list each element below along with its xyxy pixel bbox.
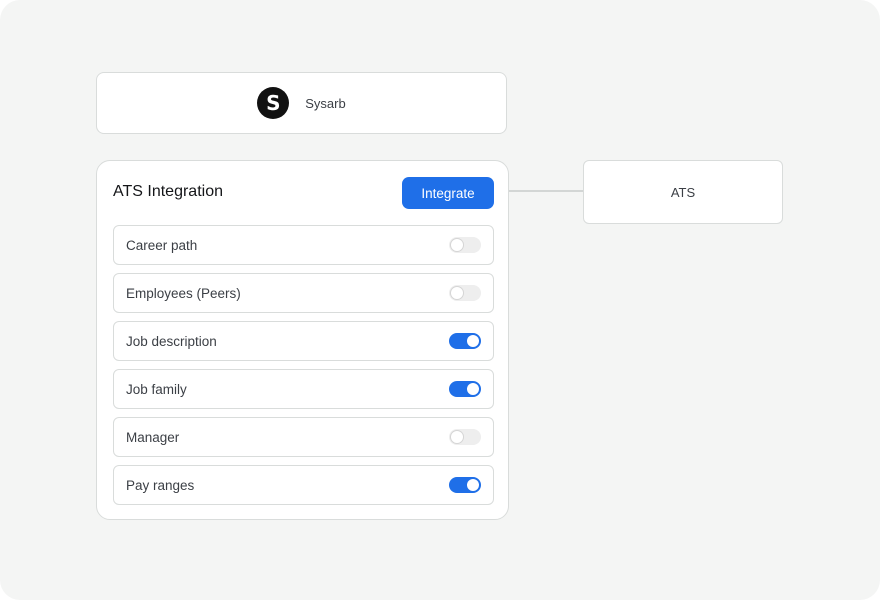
toggle-career-path[interactable] xyxy=(449,237,481,253)
toggle-manager[interactable] xyxy=(449,429,481,445)
field-label: Pay ranges xyxy=(126,477,195,493)
field-label: Career path xyxy=(126,237,198,253)
toggle-knob xyxy=(451,239,463,251)
field-row-job-family: Job family xyxy=(113,369,494,409)
toggle-pay-ranges[interactable] xyxy=(449,477,481,493)
field-label: Job family xyxy=(126,381,187,397)
canvas: S Sysarb ATS Integration Integrate Caree… xyxy=(0,0,880,600)
field-row-manager: Manager xyxy=(113,417,494,457)
field-label: Job description xyxy=(126,333,217,349)
toggle-job-family[interactable] xyxy=(449,381,481,397)
company-name: Sysarb xyxy=(305,95,346,111)
company-card: S Sysarb xyxy=(96,72,507,134)
field-row-employees-peers: Employees (Peers) xyxy=(113,273,494,313)
ats-label: ATS xyxy=(670,184,696,200)
toggle-knob xyxy=(467,383,479,395)
integration-card: ATS Integration Integrate Career path Em… xyxy=(96,160,509,520)
field-label: Manager xyxy=(126,429,180,445)
field-label: Employees (Peers) xyxy=(126,285,241,301)
toggle-job-description[interactable] xyxy=(449,333,481,349)
field-list: Career path Employees (Peers) Job descri… xyxy=(113,225,494,513)
toggle-employees-peers[interactable] xyxy=(449,285,481,301)
connector-line xyxy=(509,190,583,192)
integrate-button[interactable]: Integrate xyxy=(402,177,494,209)
field-row-career-path: Career path xyxy=(113,225,494,265)
company-logo: S xyxy=(257,87,290,119)
toggle-knob xyxy=(451,431,463,443)
integration-title: ATS Integration xyxy=(113,183,223,200)
ats-card[interactable]: ATS xyxy=(583,160,783,224)
toggle-knob xyxy=(467,335,479,347)
toggle-knob xyxy=(451,287,463,299)
field-row-job-description: Job description xyxy=(113,321,494,361)
field-row-pay-ranges: Pay ranges xyxy=(113,465,494,505)
toggle-knob xyxy=(467,479,479,491)
